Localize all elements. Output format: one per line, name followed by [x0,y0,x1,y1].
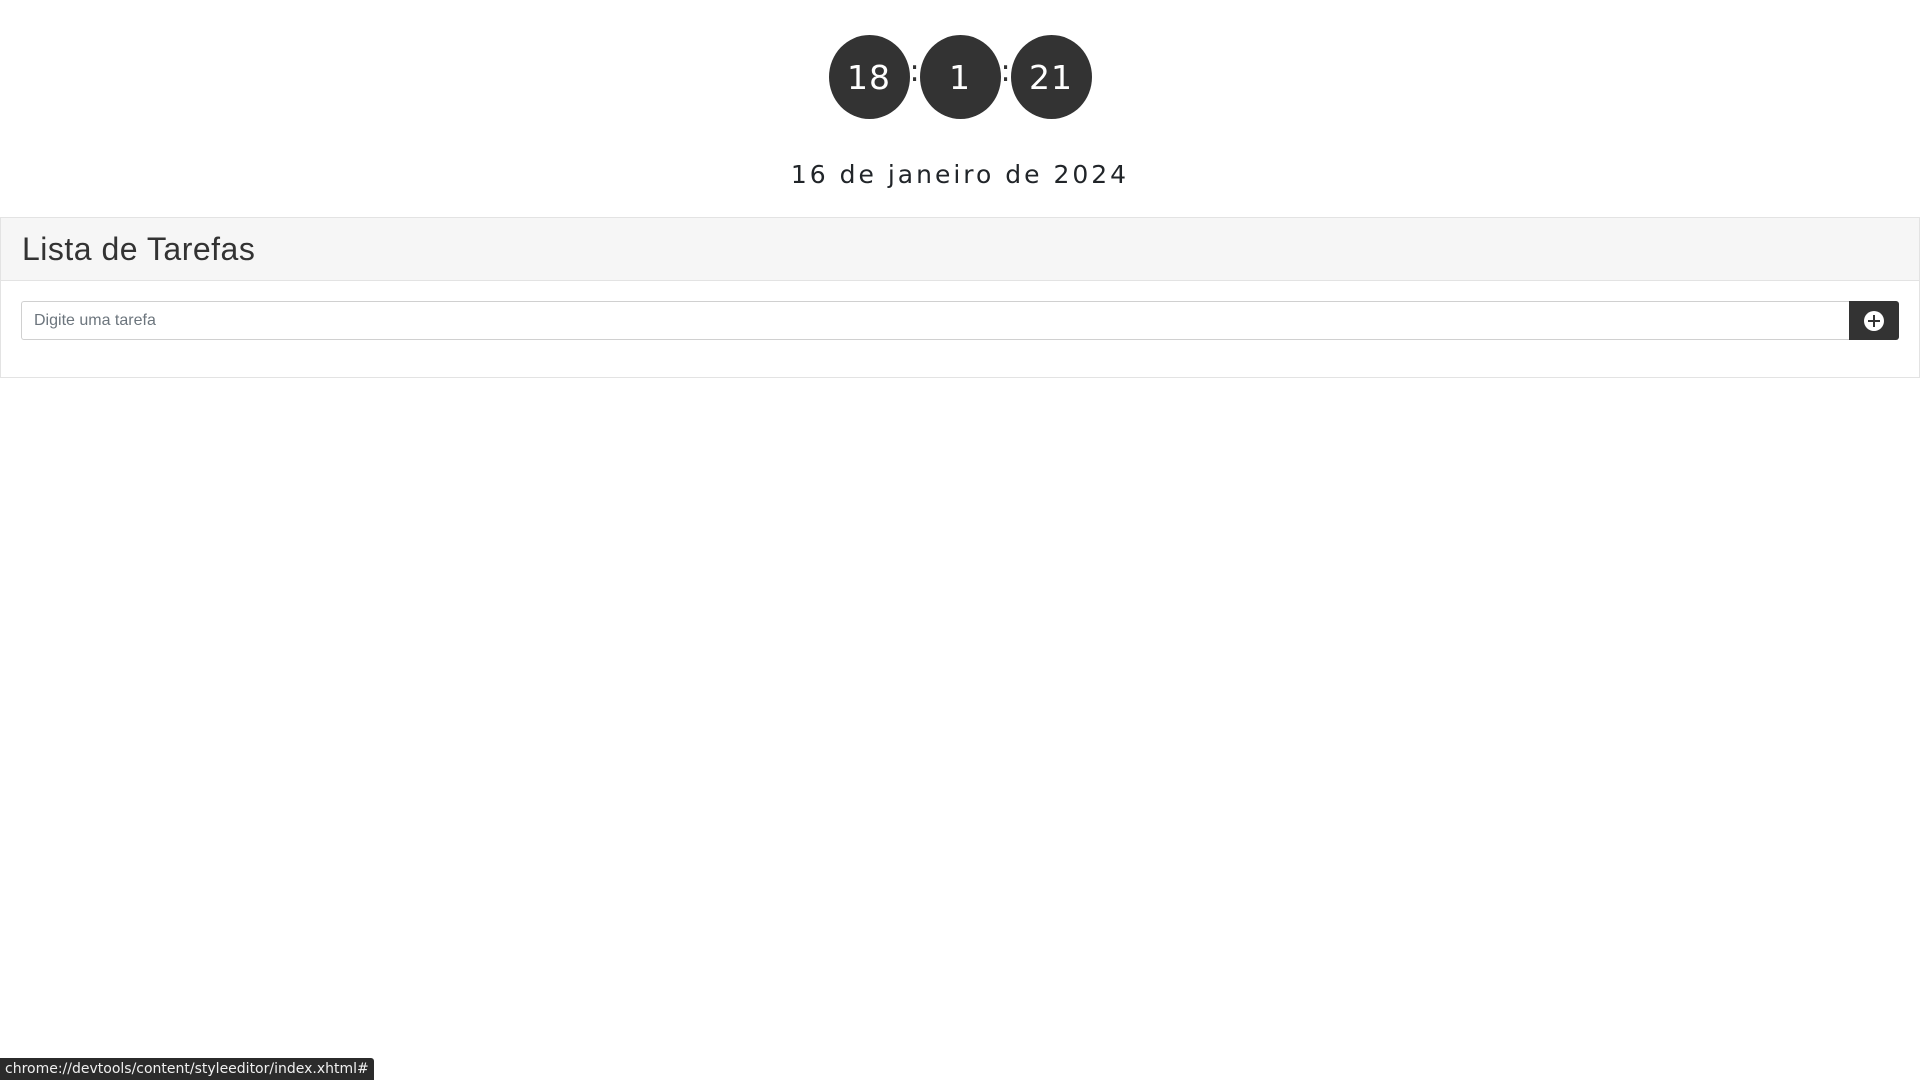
task-list-body [1,281,1919,340]
task-list-card: Lista de Tarefas [0,217,1920,378]
add-task-button[interactable] [1849,301,1899,340]
clock-hours: 18 [828,35,910,119]
current-date: 16 de janeiro de 2024 [790,160,1130,189]
task-input[interactable] [21,301,1849,340]
browser-status-bar: chrome://devtools/content/styleeditor/in… [0,1058,374,1080]
clock-seconds: 21 [1010,35,1092,119]
clock-separator: : [1000,53,1011,89]
clock-separator: : [909,53,920,89]
task-list-header: Lista de Tarefas [1,218,1919,281]
task-list-title: Lista de Tarefas [22,230,256,267]
clock-minutes: 1 [919,35,1001,119]
clock: 18 : 1 : 21 [0,35,1920,119]
plus-circle-icon [1864,310,1884,331]
task-input-group [21,301,1899,340]
